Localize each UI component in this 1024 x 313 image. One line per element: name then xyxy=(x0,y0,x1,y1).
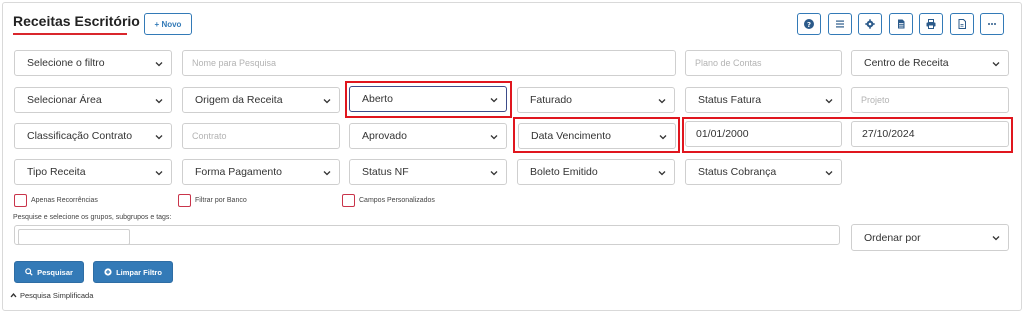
area-select-value: Selecionar Área xyxy=(27,94,102,106)
more-icon xyxy=(988,23,996,25)
chevron-down-icon xyxy=(155,99,163,104)
search-icon xyxy=(25,268,33,276)
tags-search-field[interactable] xyxy=(18,229,130,245)
simplified-search-label: Pesquisa Simplificada xyxy=(20,291,94,300)
custom-fields-label: Campos Personalizados xyxy=(359,197,435,204)
contract-classification-select[interactable]: Classificação Contrato xyxy=(14,123,172,149)
clear-filter-label: Limpar Filtro xyxy=(116,267,162,277)
help-button[interactable]: ? xyxy=(797,13,821,35)
invoice-status-select[interactable]: Status Fatura xyxy=(685,87,842,113)
recurrence-checkbox[interactable] xyxy=(14,194,27,207)
title-underline xyxy=(13,33,127,35)
revenue-center-select[interactable]: Centro de Receita xyxy=(851,50,1009,76)
bank-filter-checkbox[interactable] xyxy=(178,194,191,207)
chevron-down-icon xyxy=(658,99,666,104)
chevron-down-icon xyxy=(155,171,163,176)
clear-icon xyxy=(104,268,112,276)
search-button-label: Pesquisar xyxy=(37,267,73,277)
revenue-center-value: Centro de Receita xyxy=(864,57,949,69)
new-button[interactable]: + Novo xyxy=(144,13,192,35)
revenue-origin-select[interactable]: Origem da Receita xyxy=(182,87,340,113)
approved-select[interactable]: Aprovado xyxy=(349,123,507,149)
contract-input[interactable]: Contrato xyxy=(182,123,340,149)
gear-icon xyxy=(865,19,875,29)
svg-text:?: ? xyxy=(807,21,811,29)
custom-fields-checkbox[interactable] xyxy=(342,194,355,207)
custom-fields-checkbox-row[interactable]: Campos Personalizados xyxy=(342,194,435,207)
recurrence-checkbox-row[interactable]: Apenas Recorrências xyxy=(14,194,98,207)
chart-of-accounts-placeholder: Plano de Contas xyxy=(695,58,762,68)
document-button[interactable] xyxy=(889,13,913,35)
search-button[interactable]: Pesquisar xyxy=(14,261,84,283)
chevron-down-icon xyxy=(825,99,833,104)
contract-placeholder: Contrato xyxy=(192,131,227,141)
highlight-box-status xyxy=(345,81,512,118)
settings-button[interactable] xyxy=(858,13,882,35)
contract-classification-value: Classificação Contrato xyxy=(27,130,133,142)
file-icon xyxy=(958,19,966,29)
nf-status-value: Status NF xyxy=(362,166,409,178)
simplified-search-toggle[interactable]: Pesquisa Simplificada xyxy=(10,291,93,300)
revenue-origin-value: Origem da Receita xyxy=(195,94,283,106)
filter-select[interactable]: Selecione o filtro xyxy=(14,50,172,76)
project-placeholder: Projeto xyxy=(861,95,890,105)
clear-filter-button[interactable]: Limpar Filtro xyxy=(93,261,173,283)
approved-value: Aprovado xyxy=(362,130,407,142)
chevron-down-icon xyxy=(992,62,1000,67)
payment-method-select[interactable]: Forma Pagamento xyxy=(182,159,340,185)
nf-status-select[interactable]: Status NF xyxy=(349,159,507,185)
chevron-down-icon xyxy=(323,171,331,176)
invoiced-value: Faturado xyxy=(530,94,573,106)
highlight-box-date-range xyxy=(682,117,1013,153)
chevron-down-icon xyxy=(992,236,1000,241)
chevron-down-icon xyxy=(825,171,833,176)
more-button[interactable] xyxy=(980,13,1004,35)
print-button[interactable] xyxy=(919,13,943,35)
file-button[interactable] xyxy=(950,13,974,35)
chevron-down-icon xyxy=(490,135,498,140)
order-by-value: Ordenar por xyxy=(864,231,921,244)
chevron-up-icon xyxy=(10,293,17,298)
payment-method-value: Forma Pagamento xyxy=(195,166,282,178)
bank-filter-label: Filtrar por Banco xyxy=(195,197,247,204)
page-title: Receitas Escritório xyxy=(13,13,140,29)
print-icon xyxy=(926,19,936,29)
invoice-status-value: Status Fatura xyxy=(698,94,762,106)
chevron-down-icon xyxy=(658,171,666,176)
invoiced-select[interactable]: Faturado xyxy=(517,87,675,113)
revenue-type-value: Tipo Receita xyxy=(27,166,86,178)
chevron-down-icon xyxy=(323,99,331,104)
boleto-issued-select[interactable]: Boleto Emitido xyxy=(517,159,675,185)
revenue-type-select[interactable]: Tipo Receita xyxy=(14,159,172,185)
tags-label: Pesquise e selecione os grupos, subgrupo… xyxy=(13,214,172,221)
chart-of-accounts-input[interactable]: Plano de Contas xyxy=(685,50,842,76)
boleto-issued-value: Boleto Emitido xyxy=(530,166,598,178)
collection-status-value: Status Cobrança xyxy=(698,166,777,178)
collection-status-select[interactable]: Status Cobrança xyxy=(685,159,842,185)
search-name-placeholder: Nome para Pesquisa xyxy=(192,58,277,68)
project-input[interactable]: Projeto xyxy=(851,87,1009,113)
search-name-input[interactable]: Nome para Pesquisa xyxy=(182,50,676,76)
chevron-down-icon xyxy=(155,135,163,140)
area-select[interactable]: Selecionar Área xyxy=(14,87,172,113)
menu-list-icon xyxy=(836,20,844,28)
list-button[interactable] xyxy=(828,13,852,35)
chevron-down-icon xyxy=(155,62,163,67)
highlight-box-due-date xyxy=(513,117,680,153)
chevron-down-icon xyxy=(490,171,498,176)
recurrence-label: Apenas Recorrências xyxy=(31,197,98,204)
tags-input[interactable] xyxy=(14,225,840,245)
help-icon: ? xyxy=(804,19,814,29)
bank-filter-checkbox-row[interactable]: Filtrar por Banco xyxy=(178,194,247,207)
document-icon xyxy=(898,19,905,29)
filter-select-value: Selecione o filtro xyxy=(27,57,105,69)
order-by-select[interactable]: Ordenar por xyxy=(851,224,1009,251)
